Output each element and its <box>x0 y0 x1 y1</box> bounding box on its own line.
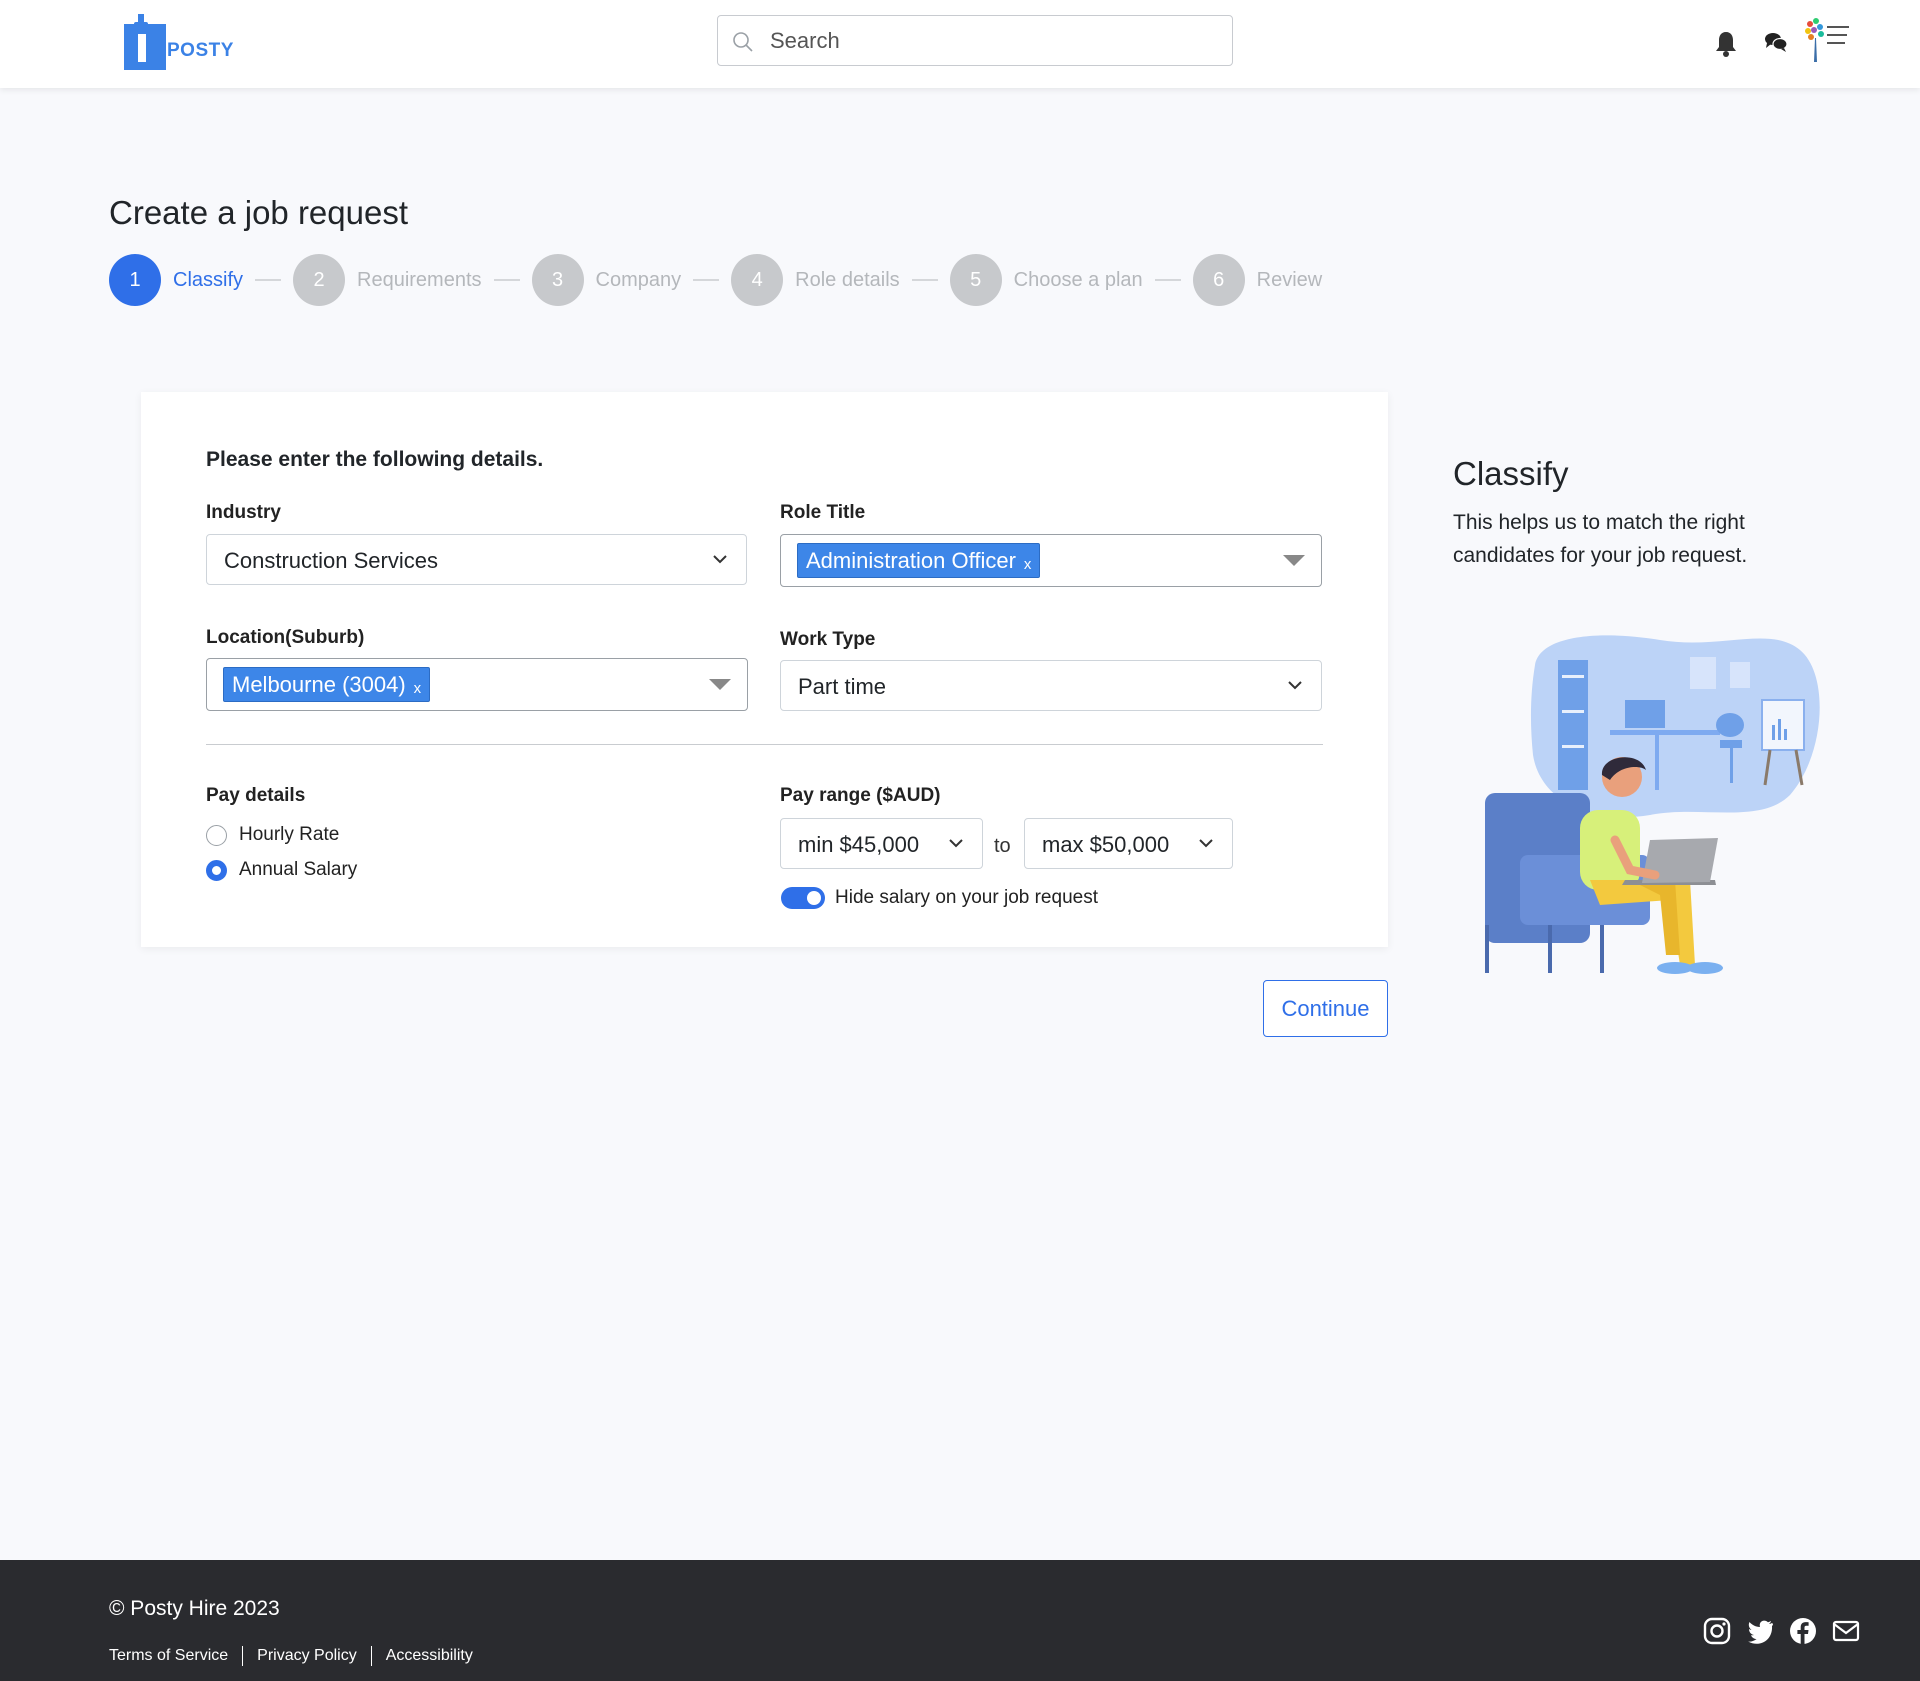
chat-icon[interactable] <box>1764 31 1788 53</box>
search-input[interactable] <box>770 24 1210 58</box>
link-separator <box>370 1646 372 1666</box>
chevron-down-icon <box>949 839 963 848</box>
side-description: This helps us to match the right candida… <box>1453 511 1748 567</box>
copyright: © Posty Hire 2023 <box>109 1597 280 1620</box>
dropdown-triangle-icon[interactable] <box>1283 555 1305 566</box>
step-label: Choose a plan <box>1013 268 1143 291</box>
person-working-illustration <box>1485 635 1820 974</box>
instagram-icon[interactable] <box>1703 1617 1731 1645</box>
role-title-label: Role Title <box>780 502 866 523</box>
chevron-down-icon <box>1199 839 1213 848</box>
step-choose-plan[interactable]: 5 Choose a plan <box>949 254 1143 306</box>
step-number: 4 <box>731 254 784 306</box>
step-number: 2 <box>293 254 346 306</box>
step-label: Classify <box>173 268 244 291</box>
chip-remove-button[interactable]: x <box>1024 556 1032 573</box>
facebook-icon[interactable] <box>1789 1617 1817 1645</box>
step-label: Review <box>1256 268 1323 291</box>
accessibility-link[interactable]: Accessibility <box>386 1647 473 1665</box>
location-label: Location(Suburb) <box>206 627 365 648</box>
chevron-down-icon <box>713 555 727 564</box>
step-connector <box>1154 279 1181 281</box>
role-title-chip: Administration Officer x <box>797 543 1041 578</box>
chip-label: Administration Officer <box>806 548 1016 573</box>
pay-details-label: Pay details <box>206 785 306 806</box>
avatar[interactable] <box>1800 16 1856 64</box>
step-label: Company <box>595 268 682 291</box>
step-connector <box>911 279 938 281</box>
mail-icon[interactable] <box>1832 1617 1860 1645</box>
bell-icon[interactable] <box>1714 30 1738 58</box>
work-type-value: Part time <box>798 674 887 699</box>
chip-label: Melbourne (3004) <box>232 672 406 697</box>
work-type-label: Work Type <box>780 629 876 650</box>
classify-form-card: Please enter the following details. Indu… <box>141 392 1388 947</box>
link-separator <box>242 1646 244 1666</box>
step-label: Requirements <box>357 268 482 291</box>
terms-link[interactable]: Terms of Service <box>109 1647 228 1665</box>
step-connector <box>693 279 720 281</box>
step-company[interactable]: 3 Company <box>531 254 682 306</box>
radio-label: Annual Salary <box>239 859 358 880</box>
twitter-icon[interactable] <box>1746 1617 1774 1645</box>
step-number: 5 <box>949 254 1002 306</box>
step-number: 6 <box>1192 254 1245 306</box>
pay-min-value: min $45,000 <box>798 832 920 857</box>
role-title-select[interactable]: Administration Officer x <box>780 534 1322 587</box>
search-icon <box>733 32 753 52</box>
hide-salary-toggle[interactable] <box>781 887 825 909</box>
radio-annual-salary[interactable]: Annual Salary <box>206 859 357 881</box>
pay-max-value: max $50,000 <box>1042 832 1170 857</box>
search-box[interactable] <box>717 15 1233 66</box>
dropdown-triangle-icon[interactable] <box>709 679 731 690</box>
top-header: POSTY <box>0 0 1920 88</box>
footer-links: Terms of Service Privacy Policy Accessib… <box>109 1646 473 1666</box>
page-title: Create a job request <box>109 194 409 231</box>
logo-text: POSTY <box>167 40 234 61</box>
hide-salary-label: Hide salary on your job request <box>835 887 1098 908</box>
step-connector <box>255 279 282 281</box>
location-select[interactable]: Melbourne (3004) x <box>206 658 748 711</box>
industry-value: Construction Services <box>224 548 438 573</box>
chevron-down-icon <box>1288 681 1302 690</box>
step-classify[interactable]: 1 Classify <box>109 254 243 306</box>
side-title: Classify <box>1453 455 1569 492</box>
work-type-select[interactable]: Part time <box>780 660 1322 711</box>
pay-max-select[interactable]: max $50,000 <box>1024 818 1233 869</box>
stepper: 1 Classify 2 Requirements 3 Company 4 Ro… <box>109 254 1322 306</box>
step-review[interactable]: 6 Review <box>1192 254 1323 306</box>
step-number: 3 <box>531 254 584 306</box>
step-connector <box>493 279 520 281</box>
section-divider <box>206 744 1323 745</box>
step-role-details[interactable]: 4 Role details <box>731 254 900 306</box>
form-heading: Please enter the following details. <box>206 448 544 471</box>
step-requirements[interactable]: 2 Requirements <box>293 254 482 306</box>
industry-label: Industry <box>206 502 281 523</box>
pay-range-separator: to <box>994 835 1011 857</box>
pay-range-label: Pay range ($AUD) <box>780 785 941 806</box>
radio-button[interactable] <box>206 824 227 846</box>
industry-select[interactable]: Construction Services <box>206 534 747 585</box>
pay-min-select[interactable]: min $45,000 <box>780 818 983 869</box>
radio-hourly-rate[interactable]: Hourly Rate <box>206 824 339 846</box>
privacy-link[interactable]: Privacy Policy <box>257 1647 357 1665</box>
chip-remove-button[interactable]: x <box>414 680 422 697</box>
radio-button[interactable] <box>206 859 227 881</box>
location-chip: Melbourne (3004) x <box>223 667 431 702</box>
step-label: Role details <box>795 268 900 291</box>
radio-label: Hourly Rate <box>239 824 340 845</box>
step-number: 1 <box>109 254 161 306</box>
continue-button[interactable]: Continue <box>1263 980 1388 1037</box>
footer: © Posty Hire 2023 Terms of Service Priva… <box>0 1560 1920 1681</box>
